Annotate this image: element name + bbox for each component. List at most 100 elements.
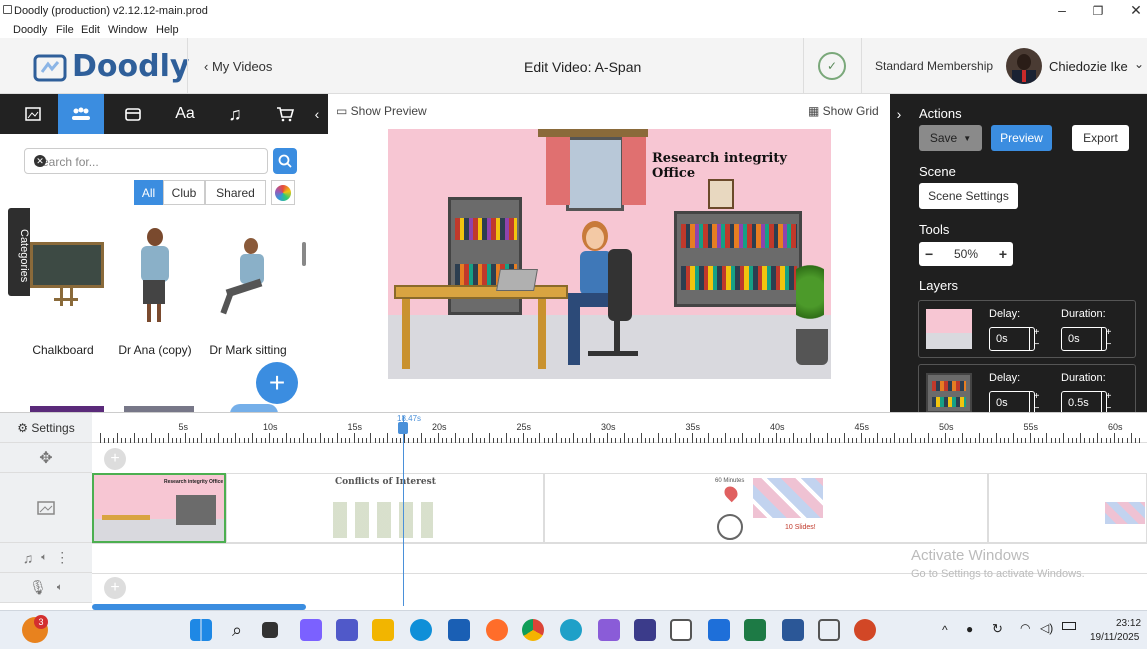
search-input[interactable]: Search for... ✕ <box>24 148 268 174</box>
dr-mark-thumbnail[interactable] <box>218 234 280 318</box>
ruler-tick <box>480 438 482 443</box>
dr-ana-thumbnail[interactable] <box>133 226 183 326</box>
ruler-tick <box>129 438 131 443</box>
minimize-icon[interactable]: – <box>1052 2 1072 18</box>
close-icon[interactable]: ✕ <box>1126 2 1146 19</box>
scene-thumb-4[interactable] <box>988 473 1147 543</box>
scene-thumb-2[interactable]: Conflicts of Interest <box>226 473 544 543</box>
volume-icon[interactable]: 🔈︎ <box>57 582 63 593</box>
filter-shared[interactable]: Shared <box>205 180 266 205</box>
ruler-tick <box>247 438 249 443</box>
more-options-icon[interactable]: ⋮ <box>55 549 69 566</box>
badge-icon[interactable]: ✓ <box>818 52 846 80</box>
search-icon[interactable] <box>273 148 297 174</box>
doodly-taskbar-icon[interactable] <box>670 619 692 641</box>
layer-item[interactable]: Delay: Duration: 0s + − 0.5s + − <box>918 364 1136 412</box>
expand-panel-icon[interactable]: › <box>890 94 908 134</box>
playhead-time: 18.47s <box>397 414 422 423</box>
text-icon[interactable]: Aa <box>162 94 208 134</box>
edge-icon[interactable] <box>410 619 432 641</box>
file-explorer-icon[interactable] <box>372 619 394 641</box>
zoom-out-icon[interactable]: − <box>925 246 933 262</box>
tray-app-icon[interactable]: ● <box>966 622 973 636</box>
add-voice-button[interactable]: + <box>104 577 126 599</box>
snipping-tool-icon[interactable] <box>818 619 840 641</box>
photos-icon[interactable] <box>708 619 730 641</box>
word-icon[interactable] <box>782 619 804 641</box>
my-videos-link[interactable]: ‹ My Videos <box>204 59 272 74</box>
battery-icon[interactable] <box>1062 622 1076 630</box>
playhead-line[interactable] <box>403 416 404 606</box>
library-scrollbar[interactable] <box>302 242 306 266</box>
filter-club[interactable]: Club <box>163 180 205 205</box>
timeline-ruler[interactable]: 5s 10s 15s 20s 25s 30s 35s 40s 45s 50s 55s 60s <box>92 413 1147 443</box>
tray-sync-icon[interactable]: ↻ <box>992 621 1003 637</box>
zoom-in-icon[interactable]: + <box>999 246 1007 262</box>
user-name[interactable]: Chiedozie Ike <box>1049 59 1128 74</box>
store-icon[interactable] <box>448 619 470 641</box>
scene-settings-button[interactable]: Scene Settings <box>919 183 1018 209</box>
color-filter-button[interactable] <box>271 180 295 205</box>
clock-time[interactable]: 23:12 <box>1116 618 1141 629</box>
categories-tab[interactable]: Categories <box>8 208 30 296</box>
save-button[interactable]: Save ▼ <box>919 125 982 151</box>
start-icon[interactable] <box>190 619 212 641</box>
preview-button[interactable]: Preview <box>991 125 1052 151</box>
layers-heading: Layers <box>919 278 959 293</box>
menu-edit[interactable]: Edit <box>81 24 100 36</box>
chevron-down-icon[interactable]: ⌄ <box>1134 57 1144 71</box>
layer-item[interactable]: Delay: Duration: 0s + − 0s + − <box>918 300 1136 358</box>
chrome-icon[interactable] <box>522 619 544 641</box>
powerpoint-icon[interactable] <box>854 619 876 641</box>
playhead-handle[interactable] <box>398 422 408 434</box>
doodly-logo[interactable]: Doodly <box>24 46 189 86</box>
delay-stepper[interactable]: + − <box>1029 391 1043 412</box>
tray-expand-icon[interactable]: ^ <box>942 623 948 637</box>
speaker-icon[interactable]: ◁) <box>1040 621 1053 635</box>
menu-help[interactable]: Help <box>156 24 179 36</box>
scroll-top-button[interactable] <box>230 404 278 412</box>
show-grid-toggle[interactable]: ▦ Show Grid <box>808 104 879 118</box>
collapse-panel-icon[interactable]: ‹ <box>306 94 328 134</box>
duration-stepper[interactable]: + − <box>1101 391 1115 412</box>
ruler-tick <box>573 433 575 443</box>
delay-stepper[interactable]: + − <box>1029 327 1043 351</box>
menu-doodly[interactable]: Doodly <box>13 24 47 36</box>
ruler-tick <box>577 438 579 443</box>
characters-icon[interactable] <box>58 94 104 134</box>
export-button[interactable]: Export <box>1072 125 1129 151</box>
wifi-icon[interactable]: ◠ <box>1020 621 1030 635</box>
clear-search-icon[interactable]: ✕ <box>34 155 46 167</box>
duration-stepper[interactable]: + − <box>1101 327 1115 351</box>
clock-date[interactable]: 19/11/2025 <box>1090 632 1139 643</box>
task-view-icon[interactable] <box>262 622 278 638</box>
image-icon[interactable] <box>10 94 56 134</box>
scene-thumb-3[interactable]: 60 Minutes 10 Slides! <box>544 473 988 543</box>
add-asset-button[interactable]: + <box>256 362 298 404</box>
restore-icon[interactable]: ❐ <box>1088 4 1108 18</box>
avatar[interactable] <box>1006 48 1042 84</box>
app-icon-c[interactable] <box>560 619 582 641</box>
scene-canvas[interactable]: Research integrity Office <box>388 129 831 379</box>
excel-icon[interactable] <box>744 619 766 641</box>
chat-app-icon[interactable] <box>598 619 620 641</box>
volume-icon[interactable]: 🔈︎ <box>41 552 47 563</box>
notepad-icon[interactable] <box>634 619 656 641</box>
menu-file[interactable]: File <box>56 24 74 36</box>
filter-all[interactable]: All <box>134 180 163 205</box>
scene-thumb-1[interactable]: Research integrity Office <box>92 473 226 543</box>
cart-icon[interactable] <box>262 94 308 134</box>
chalkboard-thumbnail[interactable] <box>30 242 104 310</box>
menu-window[interactable]: Window <box>108 24 147 36</box>
ruler-tick <box>163 438 165 443</box>
search-icon[interactable]: ⌕ <box>226 619 248 641</box>
music-icon[interactable]: ♫ <box>212 94 258 134</box>
move-icon[interactable]: ✥ <box>0 443 92 473</box>
props-icon[interactable] <box>110 94 156 134</box>
timeline-settings-button[interactable]: ⚙ Settings <box>0 413 92 443</box>
copilot-icon[interactable] <box>300 619 322 641</box>
add-transition-button[interactable]: + <box>104 448 126 470</box>
teams-icon[interactable] <box>336 619 358 641</box>
firefox-icon[interactable] <box>486 619 508 641</box>
show-preview-toggle[interactable]: ▭ Show Preview <box>336 104 427 118</box>
